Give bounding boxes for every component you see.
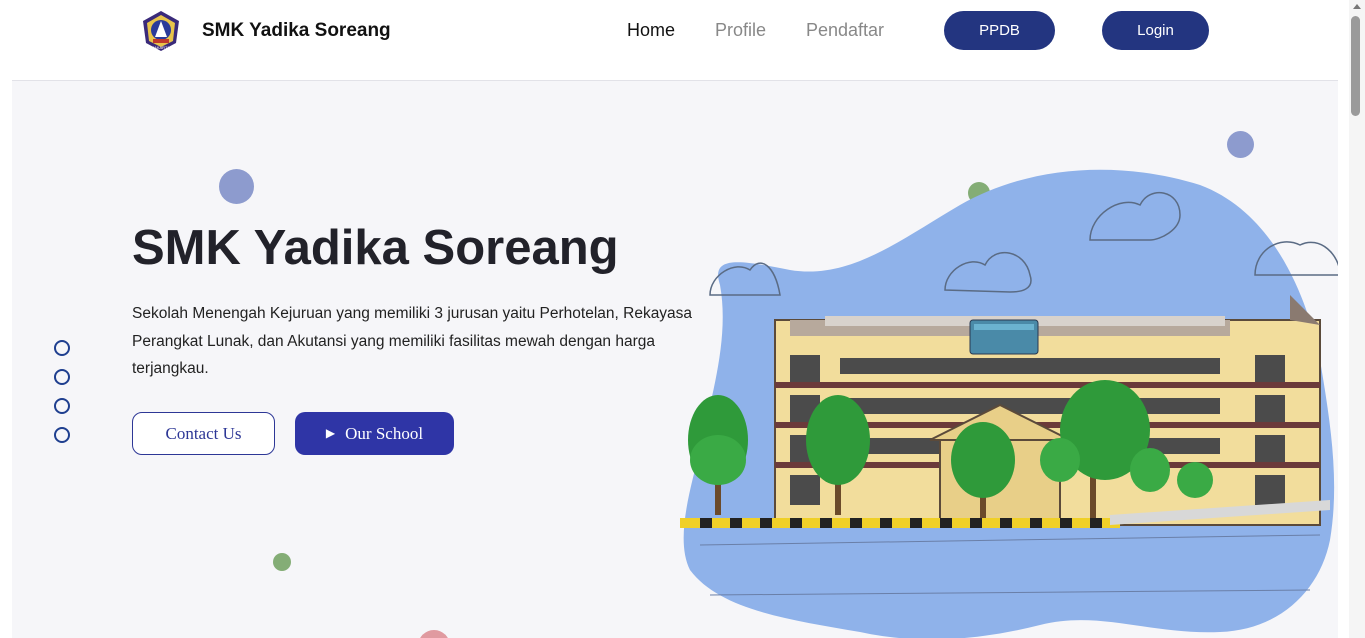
scroll-thumb[interactable] — [1351, 16, 1360, 116]
play-icon: ▶ — [325, 426, 336, 440]
slider-dot-1[interactable] — [54, 340, 70, 356]
contact-us-button[interactable]: Contact Us — [132, 412, 275, 455]
school-illustration — [680, 169, 1338, 638]
slider-dot-2[interactable] — [54, 369, 70, 385]
brand-name[interactable]: SMK Yadika Soreang — [202, 20, 391, 42]
svg-text:JAKARTA: JAKARTA — [152, 45, 170, 50]
scroll-up-icon[interactable] — [1353, 4, 1361, 9]
nav-profile[interactable]: Profile — [715, 20, 766, 41]
slider-dot-4[interactable] — [54, 427, 70, 443]
slider-dot-3[interactable] — [54, 398, 70, 414]
scrollbar[interactable] — [1349, 0, 1365, 638]
nav-pendaftar[interactable]: Pendaftar — [806, 20, 884, 41]
sign-board — [969, 319, 1039, 355]
page: JAKARTA SMK Yadika Soreang Home Profile … — [12, 0, 1338, 638]
nav-home[interactable]: Home — [627, 20, 675, 41]
decor-dot-purple — [219, 169, 254, 204]
hero-title: SMK Yadika Soreang — [132, 221, 619, 275]
login-button[interactable]: Login — [1102, 11, 1209, 50]
decor-dot-green — [273, 553, 291, 571]
ppdb-button[interactable]: PPDB — [944, 11, 1055, 50]
our-school-label: Our School — [345, 423, 424, 443]
school-logo: JAKARTA — [143, 11, 179, 51]
hero-description: Sekolah Menengah Kejuruan yang memiliki … — [132, 305, 693, 377]
navbar: JAKARTA SMK Yadika Soreang Home Profile … — [12, 0, 1338, 81]
decor-dot-pink — [418, 630, 450, 638]
our-school-button[interactable]: ▶ Our School — [295, 412, 454, 455]
